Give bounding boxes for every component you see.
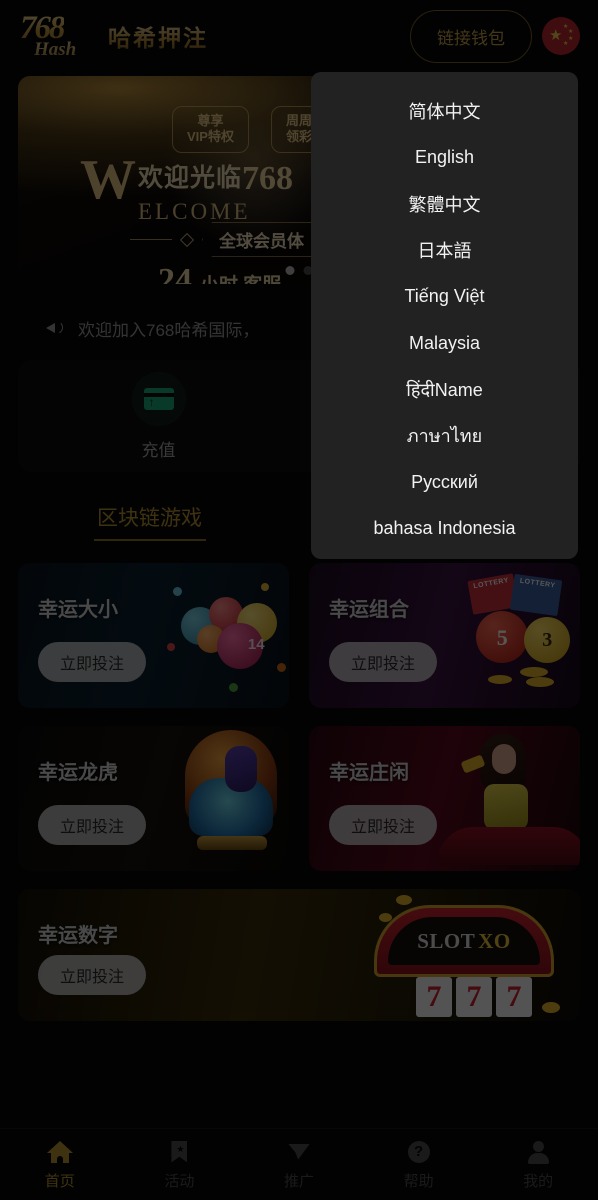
language-option[interactable]: 繁體中文 bbox=[311, 181, 578, 227]
language-option[interactable]: 日本語 bbox=[311, 227, 578, 273]
language-option[interactable]: Русский bbox=[311, 459, 578, 505]
language-option[interactable]: 简体中文 bbox=[311, 88, 578, 134]
language-option[interactable]: Malaysia bbox=[311, 320, 578, 366]
language-dropdown-menu: 简体中文 English 繁體中文 日本語 Tiếng Việt Malaysia हिंद… bbox=[311, 72, 578, 559]
language-option[interactable]: bahasa Indonesia bbox=[311, 506, 578, 552]
language-option[interactable]: English bbox=[311, 134, 578, 180]
language-option[interactable]: ภาษาไทย bbox=[311, 413, 578, 459]
language-option[interactable]: Tiếng Việt bbox=[311, 274, 578, 320]
modal-overlay[interactable]: 简体中文 English 繁體中文 日本語 Tiếng Việt Malaysia हिंद… bbox=[0, 0, 598, 1200]
language-option[interactable]: हिंदीName bbox=[311, 366, 578, 412]
